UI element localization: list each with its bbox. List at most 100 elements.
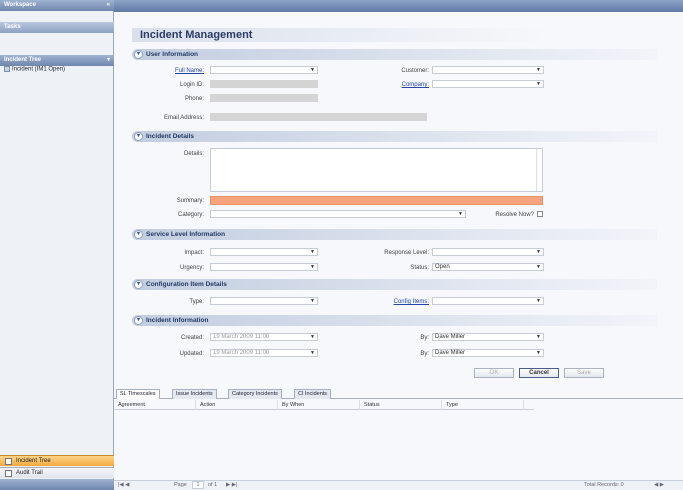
incident-tree-button-label: Incident Tree	[16, 458, 51, 464]
category-label: Category:	[177, 212, 204, 218]
collapse-icon[interactable]: ▾	[134, 132, 143, 141]
chevron-down-icon: ▼	[310, 249, 315, 255]
grid-header: Agreement Action By When Status Type	[114, 400, 534, 410]
scroll-buttons-icon[interactable]: ◀ ▶	[654, 481, 664, 490]
tasks-header[interactable]: Tasks	[0, 22, 114, 33]
tab-issue-incidents[interactable]: Issue Incidents	[172, 389, 217, 399]
resolve-now-checkbox[interactable]	[537, 211, 543, 217]
left-panel: Workspace « Tasks Incident Tree ▾ Incide…	[0, 0, 114, 490]
main-area: Incident Management ▾ User Information Fu…	[114, 12, 683, 490]
tasks-header-label: Tasks	[4, 24, 21, 30]
page-title: Incident Management	[132, 28, 552, 42]
updated-by-value: Dave Miller	[435, 350, 466, 356]
phone-label: Phone:	[184, 96, 204, 102]
ok-button[interactable]: OK	[474, 368, 514, 378]
login-id-label: Login ID:	[179, 82, 204, 88]
section-title: User Information	[146, 51, 199, 58]
created-value: 19 March 2009 11:00	[213, 334, 270, 340]
collapse-icon[interactable]: «	[107, 0, 110, 11]
full-name-link[interactable]: Full Name:	[154, 68, 204, 74]
type-select[interactable]: ▼	[210, 297, 318, 305]
updated-date[interactable]: 19 March 2009 11:00 ▼	[210, 349, 318, 357]
scrollbar[interactable]	[536, 149, 542, 191]
details-textarea[interactable]	[210, 148, 543, 192]
tab-category-incidents[interactable]: Category Incidents	[228, 389, 282, 399]
tab-sl-timescales[interactable]: SL Timescales	[116, 389, 160, 399]
company-select[interactable]: ▼	[432, 80, 544, 88]
incident-icon	[4, 66, 10, 72]
incident-tree-button[interactable]: Incident Tree	[0, 455, 114, 466]
save-button[interactable]: Save	[564, 368, 604, 378]
pager-bar: |◀ ◀ Page 1 of 1 ▶ ▶| Total Records: 0 ◀…	[114, 480, 683, 490]
workspace-header[interactable]: Workspace «	[0, 0, 114, 11]
config-items-select[interactable]: ▼	[432, 297, 544, 305]
section-configuration-item[interactable]: ▾ Configuration Item Details	[132, 279, 657, 290]
section-title: Service Level Information	[146, 231, 226, 238]
created-by-value: Dave Miller	[435, 334, 466, 340]
chevron-down-icon: ▼	[310, 298, 315, 304]
column-header[interactable]: Agreement	[116, 400, 196, 410]
email-field[interactable]	[210, 113, 427, 121]
customer-label: Customer:	[401, 68, 429, 74]
config-items-link[interactable]: Config Items:	[354, 299, 429, 305]
impact-select[interactable]: ▼	[210, 248, 318, 256]
company-link[interactable]: Company:	[354, 82, 429, 88]
section-user-information[interactable]: ▾ User Information	[132, 49, 657, 60]
first-page-icon[interactable]: |◀ ◀	[118, 481, 129, 490]
incident-tree-header[interactable]: Incident Tree ▾	[0, 55, 114, 66]
section-service-level[interactable]: ▾ Service Level Information	[132, 229, 657, 240]
section-title: Configuration Item Details	[146, 281, 227, 288]
next-page-icon[interactable]: ▶ ▶|	[226, 481, 237, 490]
cancel-button[interactable]: Cancel	[519, 368, 559, 378]
column-header[interactable]: Status	[362, 400, 442, 410]
urgency-label: Urgency:	[179, 265, 204, 271]
phone-field[interactable]	[210, 94, 318, 102]
incident-tree-header-label: Incident Tree	[4, 57, 42, 63]
section-title: Incident Details	[146, 133, 195, 140]
section-incident-details[interactable]: ▾ Incident Details	[132, 131, 657, 142]
collapse-icon[interactable]: ▾	[134, 280, 143, 289]
login-id-field[interactable]	[210, 80, 318, 88]
type-label: Type:	[189, 299, 204, 305]
urgency-select[interactable]: ▼	[210, 263, 318, 271]
pin-icon[interactable]: ▾	[107, 55, 110, 66]
customer-select[interactable]: ▼	[432, 66, 544, 74]
collapse-icon[interactable]: ▾	[134, 230, 143, 239]
top-bar	[114, 0, 683, 12]
chevron-down-icon: ▼	[536, 249, 541, 255]
updated-by-select[interactable]: Dave Miller ▼	[432, 349, 544, 357]
updated-label: Updated:	[179, 351, 204, 357]
created-by-select[interactable]: Dave Miller ▼	[432, 333, 544, 341]
collapse-icon[interactable]: ▾	[134, 50, 143, 59]
column-header[interactable]: Type	[444, 400, 524, 410]
left-footer-bar	[0, 479, 114, 490]
column-header[interactable]: Action	[198, 400, 278, 410]
status-label: Status:	[410, 265, 429, 271]
chevron-down-icon: ▼	[458, 211, 463, 217]
summary-label: Summary:	[176, 198, 204, 204]
resolve-now-label: Resolve Now?	[495, 212, 534, 218]
tree-icon	[5, 458, 12, 465]
collapse-icon[interactable]: ▾	[134, 316, 143, 325]
audit-trail-button[interactable]: Audit Trail	[0, 467, 114, 478]
column-header[interactable]: By When	[280, 400, 360, 410]
chevron-down-icon: ▼	[536, 298, 541, 304]
chevron-down-icon: ▼	[310, 264, 315, 270]
response-level-label: Response Level:	[384, 250, 429, 256]
summary-field[interactable]	[210, 196, 543, 205]
status-value: Open	[435, 264, 450, 270]
full-name-select[interactable]: ▼	[210, 66, 318, 74]
chevron-down-icon: ▼	[536, 350, 541, 356]
created-date[interactable]: 19 March 2009 11:00 ▼	[210, 333, 318, 341]
tree-item-incident[interactable]: Incident (IM1 Open)	[4, 66, 65, 73]
page-input[interactable]: 1	[192, 481, 204, 489]
section-incident-information[interactable]: ▾ Incident Information	[132, 315, 657, 326]
response-level-select[interactable]: ▼	[432, 248, 544, 256]
email-label: Email Address:	[163, 115, 204, 121]
tab-ci-incidents[interactable]: CI Incidents	[294, 389, 332, 399]
chevron-down-icon: ▼	[536, 264, 541, 270]
status-select[interactable]: Open ▼	[432, 263, 544, 271]
audit-trail-button-label: Audit Trail	[16, 470, 43, 476]
category-select[interactable]: ▼	[210, 210, 466, 218]
updated-value: 19 March 2009 11:00	[213, 350, 270, 356]
